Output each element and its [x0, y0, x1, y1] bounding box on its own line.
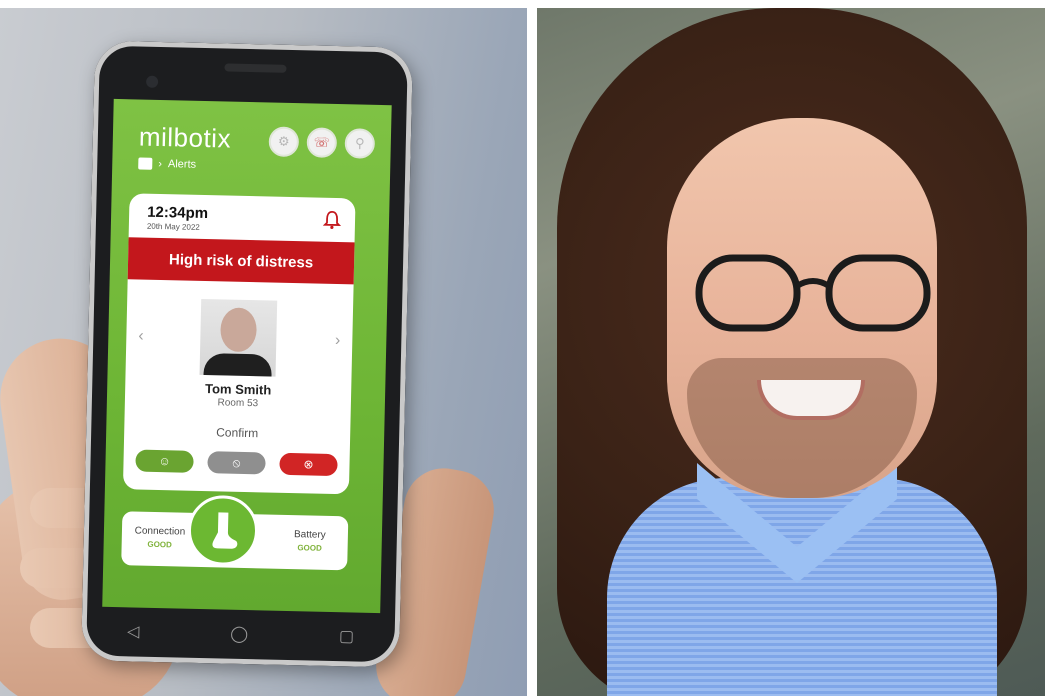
block-icon: ⦸ [232, 455, 241, 470]
portrait-photo-panel [537, 8, 1045, 696]
phone-camera [146, 75, 159, 88]
alert-card: 12:34pm 20th May 2022 High risk of distr… [122, 193, 356, 495]
connection-label: Connection [134, 525, 186, 538]
resident-photo-head [220, 307, 258, 353]
connection-value: GOOD [147, 539, 172, 550]
back-icon[interactable]: ◁ [127, 621, 140, 641]
confirm-label: Confirm [216, 425, 259, 441]
reject-button[interactable]: ⊗ [279, 452, 338, 477]
smile-icon: ☺ [158, 454, 171, 469]
alert-banner: High risk of distress [127, 237, 355, 285]
sock-icon [212, 512, 238, 549]
brand-name: milbotix [138, 121, 232, 154]
smartphone: milbotix ⚙ ☏ ⚲ › Alerts 12:34pm 20th May… [81, 40, 413, 668]
previous-arrow-icon[interactable]: ‹ [138, 328, 144, 346]
glasses-icon [695, 254, 931, 332]
phone-photo-panel: milbotix ⚙ ☏ ⚲ › Alerts 12:34pm 20th May… [0, 8, 527, 696]
next-arrow-icon[interactable]: › [335, 332, 341, 350]
profile-icon: ⚲ [354, 135, 365, 151]
portrait-shirt [607, 478, 997, 696]
phone-speaker [224, 63, 287, 73]
home-icon[interactable] [138, 157, 153, 170]
profile-button[interactable]: ⚲ [344, 128, 376, 159]
notifications-button[interactable]: ☏ [306, 127, 338, 158]
settings-button[interactable]: ⚙ [268, 126, 300, 158]
breadcrumb: › Alerts [138, 157, 197, 171]
approve-button[interactable]: ☺ [135, 449, 194, 473]
settings-icon: ⚙ [277, 133, 290, 149]
battery-label: Battery [293, 529, 326, 541]
dismiss-button[interactable]: ⦸ [207, 451, 266, 475]
brand-logo: milbotix [139, 121, 232, 154]
phone-nav-bar: ◁ ◯ ▢ [81, 610, 400, 657]
home-button-icon[interactable]: ◯ [230, 624, 248, 644]
resident-photo-body [203, 353, 272, 377]
bell-icon [322, 210, 342, 229]
battery-value: GOOD [297, 543, 322, 553]
chevron-right-icon: › [158, 157, 163, 171]
breadcrumb-current: Alerts [167, 158, 197, 171]
panel-divider [527, 0, 537, 696]
app-screen: milbotix ⚙ ☏ ⚲ › Alerts 12:34pm 20th May… [102, 98, 392, 614]
notifications-icon: ☏ [313, 134, 331, 150]
cross-circle-icon: ⊗ [303, 457, 314, 472]
resident-photo [199, 298, 278, 377]
recent-apps-icon[interactable]: ▢ [339, 626, 355, 646]
alert-date: 20th May 2022 [146, 221, 200, 232]
alert-time: 12:34pm [146, 203, 209, 223]
